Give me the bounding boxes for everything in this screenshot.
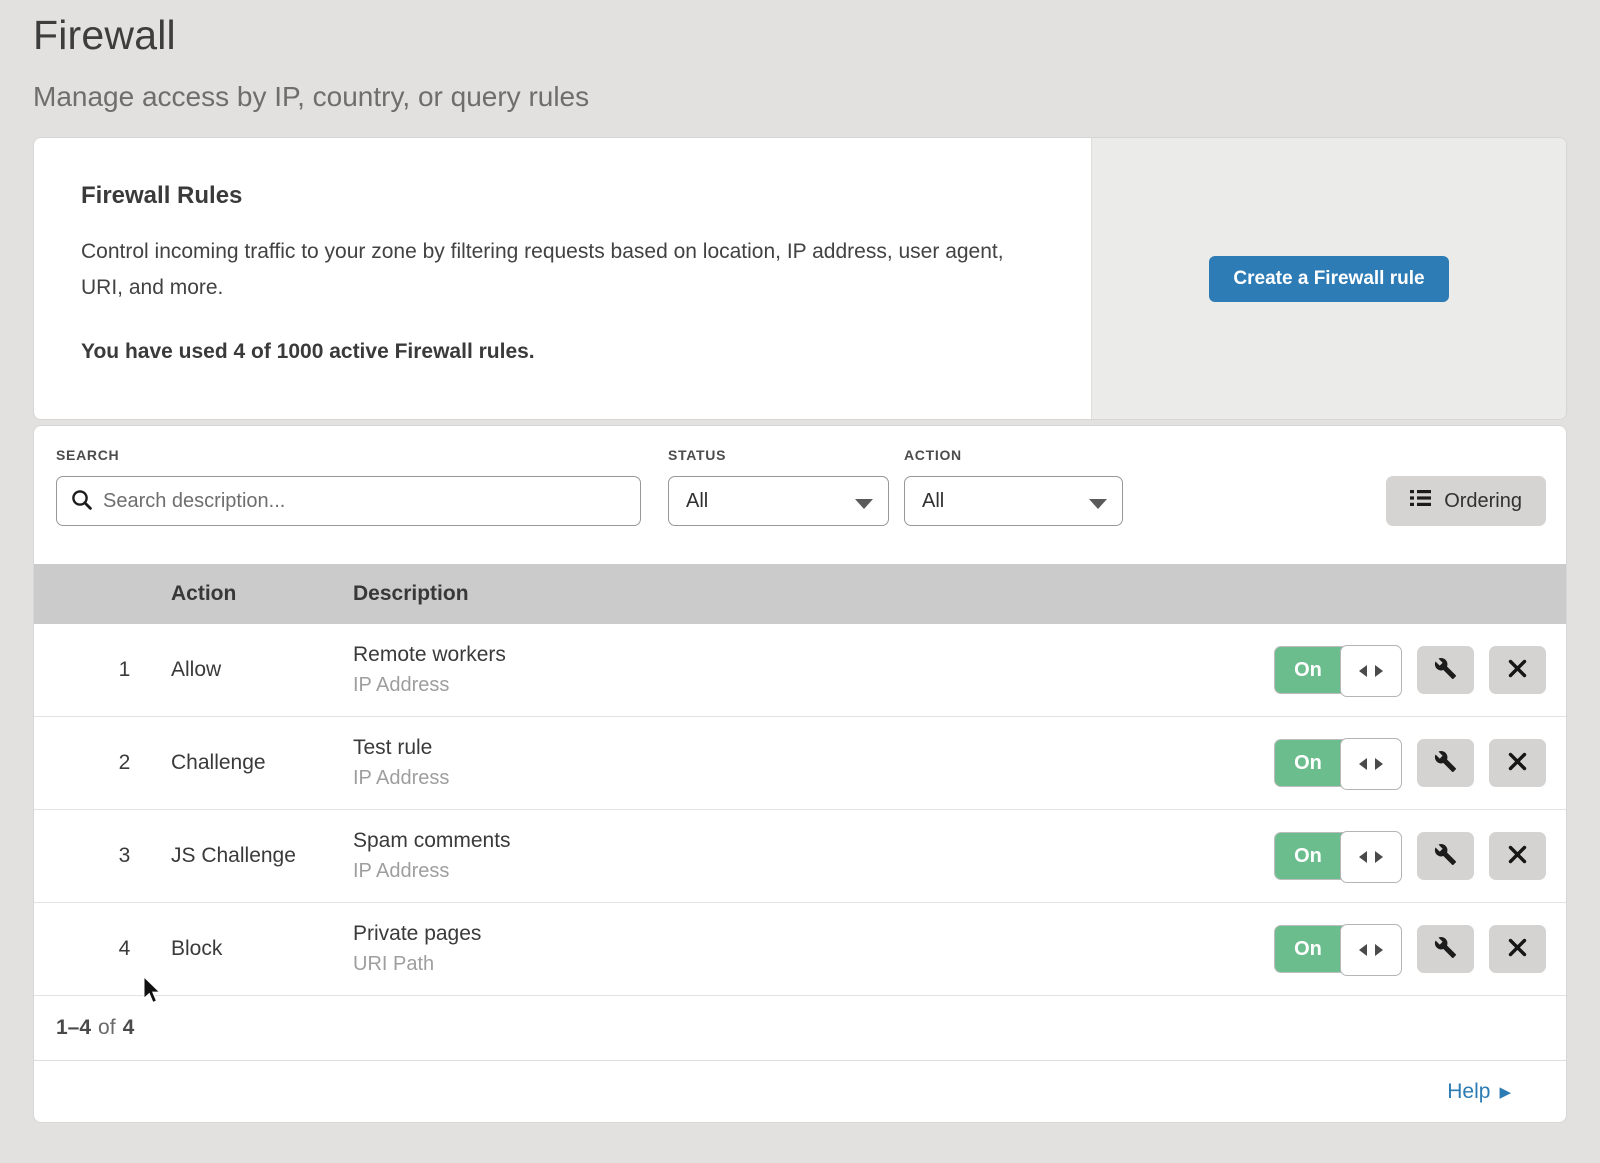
create-firewall-rule-button[interactable]: Create a Firewall rule <box>1209 256 1448 302</box>
firewall-rules-usage: You have used 4 of 1000 active Firewall … <box>81 340 1031 364</box>
chevron-down-icon <box>1089 499 1107 509</box>
rule-match-type: IP Address <box>353 860 1274 883</box>
action-select[interactable]: All <box>904 476 1123 526</box>
toggle-handle-arrows-icon <box>1340 924 1402 976</box>
toggle-handle-arrows-icon <box>1340 645 1402 697</box>
toggle-on-label: On <box>1275 833 1341 879</box>
edit-rule-button[interactable] <box>1417 739 1474 787</box>
page-subtitle: Manage access by IP, country, or query r… <box>33 81 1567 113</box>
page-header: Firewall Manage access by IP, country, o… <box>0 0 1600 113</box>
delete-rule-button[interactable] <box>1489 646 1546 694</box>
rules-table-card: SEARCH STATUS All <box>33 425 1567 1123</box>
rule-action: Allow <box>171 658 353 682</box>
status-label: STATUS <box>668 447 889 463</box>
list-icon <box>1410 489 1432 513</box>
right-triangle-icon: ▶ <box>1499 1083 1511 1101</box>
filters-bar: SEARCH STATUS All <box>34 426 1566 564</box>
chevron-down-icon <box>855 499 873 509</box>
rule-description: Spam comments <box>353 829 1274 853</box>
firewall-rules-card: Firewall Rules Control incoming traffic … <box>33 137 1567 420</box>
delete-rule-button[interactable] <box>1489 739 1546 787</box>
edit-rule-button[interactable] <box>1417 832 1474 880</box>
table-row: 3 JS Challenge Spam comments IP Address … <box>34 810 1566 903</box>
table-row: 1 Allow Remote workers IP Address On <box>34 624 1566 717</box>
rule-description: Private pages <box>353 922 1274 946</box>
help-link-label: Help <box>1447 1080 1490 1104</box>
rule-priority: 2 <box>34 751 171 775</box>
card-footer: Help ▶ <box>34 1060 1566 1122</box>
help-link[interactable]: Help ▶ <box>1447 1080 1511 1104</box>
pagination: 1–4 of 4 <box>34 996 1566 1060</box>
ordering-button[interactable]: Ordering <box>1386 476 1546 526</box>
ordering-button-label: Ordering <box>1444 490 1522 513</box>
wrench-icon <box>1434 936 1457 962</box>
toggle-on-label: On <box>1275 926 1341 972</box>
close-icon <box>1508 752 1527 774</box>
rule-action: Block <box>171 937 353 961</box>
edit-rule-button[interactable] <box>1417 646 1474 694</box>
toggle-handle-arrows-icon <box>1340 738 1402 790</box>
rule-description: Test rule <box>353 736 1274 760</box>
wrench-icon <box>1434 657 1457 683</box>
status-filter: STATUS All <box>668 447 889 526</box>
rule-priority: 1 <box>34 658 171 682</box>
rule-enabled-toggle[interactable]: On <box>1274 832 1402 880</box>
pagination-separator: of <box>98 1016 116 1040</box>
table-row: 2 Challenge Test rule IP Address On <box>34 717 1566 810</box>
toggle-on-label: On <box>1275 740 1341 786</box>
rule-match-type: URI Path <box>353 953 1274 976</box>
close-icon <box>1508 659 1527 681</box>
toggle-on-label: On <box>1275 647 1341 693</box>
rule-match-type: IP Address <box>353 674 1274 697</box>
rule-action: JS Challenge <box>171 844 353 868</box>
toggle-handle-arrows-icon <box>1340 831 1402 883</box>
search-label: SEARCH <box>56 447 641 463</box>
action-label: ACTION <box>904 447 1123 463</box>
firewall-rules-description: Control incoming traffic to your zone by… <box>81 234 1031 306</box>
close-icon <box>1508 938 1527 960</box>
wrench-icon <box>1434 843 1457 869</box>
delete-rule-button[interactable] <box>1489 832 1546 880</box>
rule-enabled-toggle[interactable]: On <box>1274 925 1402 973</box>
pagination-range: 1–4 <box>56 1016 91 1040</box>
close-icon <box>1508 845 1527 867</box>
rule-description: Remote workers <box>353 643 1274 667</box>
column-header-action: Action <box>171 582 353 606</box>
page-title: Firewall <box>33 12 1567 59</box>
rule-action: Challenge <box>171 751 353 775</box>
action-select-value: All <box>922 490 944 513</box>
edit-rule-button[interactable] <box>1417 925 1474 973</box>
search-input[interactable] <box>56 476 641 526</box>
rule-enabled-toggle[interactable]: On <box>1274 646 1402 694</box>
status-select[interactable]: All <box>668 476 889 526</box>
status-select-value: All <box>686 490 708 513</box>
wrench-icon <box>1434 750 1457 776</box>
column-header-description: Description <box>353 582 1566 606</box>
rule-enabled-toggle[interactable]: On <box>1274 739 1402 787</box>
table-header: Action Description <box>34 564 1566 624</box>
firewall-rules-card-side-panel: Create a Firewall rule <box>1091 138 1566 419</box>
action-filter: ACTION All <box>904 447 1123 526</box>
rule-priority: 3 <box>34 844 171 868</box>
search-filter: SEARCH <box>56 447 641 526</box>
search-icon <box>71 489 93 516</box>
firewall-rules-heading: Firewall Rules <box>81 182 1031 210</box>
table-row: 4 Block Private pages URI Path On <box>34 903 1566 996</box>
pagination-total: 4 <box>123 1016 135 1040</box>
firewall-page: Firewall Manage access by IP, country, o… <box>0 0 1600 1163</box>
delete-rule-button[interactable] <box>1489 925 1546 973</box>
rule-priority: 4 <box>34 937 171 961</box>
firewall-rules-card-text: Firewall Rules Control incoming traffic … <box>34 138 1091 419</box>
rule-match-type: IP Address <box>353 767 1274 790</box>
